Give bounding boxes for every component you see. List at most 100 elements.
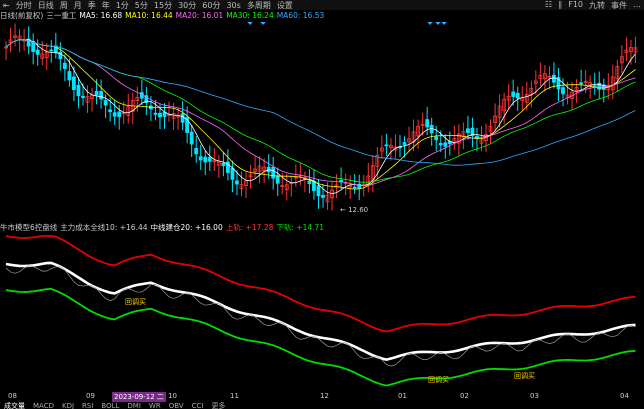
event-marker-icon[interactable] bbox=[427, 22, 433, 25]
ma30-line bbox=[5, 39, 636, 183]
stock-period[interactable]: 日线(前复权) bbox=[0, 10, 46, 21]
candle-body bbox=[72, 76, 76, 91]
upper-band-line bbox=[5, 235, 636, 333]
candle-body bbox=[425, 119, 430, 128]
candle-body bbox=[207, 157, 212, 162]
indicator-tab[interactable]: BOLL bbox=[97, 402, 123, 409]
indicator-tab[interactable]: 成交量 bbox=[0, 402, 29, 409]
candle-body bbox=[271, 166, 276, 179]
candle-body bbox=[49, 49, 54, 52]
toolbar-item[interactable]: 30分 bbox=[175, 0, 199, 10]
toolbar-item[interactable]: ⇤ bbox=[0, 1, 13, 10]
indicator-tab[interactable]: RSI bbox=[78, 402, 97, 409]
x-axis-label: 2023-09-12 二 bbox=[112, 392, 166, 402]
candle-body bbox=[221, 162, 226, 167]
candle-body bbox=[402, 142, 407, 145]
ma5-label: MA5: 16.68 bbox=[79, 11, 123, 20]
toolbar-item[interactable]: 多周期 bbox=[244, 0, 274, 10]
candle-body bbox=[158, 112, 162, 118]
toolbar-right-item[interactable]: 事件 bbox=[608, 0, 630, 10]
ma10-label: MA10: 16.44 bbox=[125, 11, 173, 20]
ma60-label: MA60: 16.53 bbox=[276, 11, 325, 20]
indicator-tab[interactable]: MACD bbox=[29, 402, 58, 409]
indicator-tab[interactable]: OBV bbox=[165, 402, 188, 409]
candle-body bbox=[352, 186, 357, 189]
indicator-legend: 牛市模型6控盘线 主力成本全线10: +16.44 中线建仓20: +16.00… bbox=[0, 222, 644, 233]
pullback-buy-annotation: 回调买 bbox=[125, 297, 146, 306]
mid-line-label: 中线建仓20: +16.00 bbox=[150, 223, 223, 232]
toolbar-right-item[interactable]: ☷ bbox=[542, 0, 555, 10]
candle-body bbox=[434, 136, 439, 141]
event-marker-icon[interactable] bbox=[435, 22, 441, 25]
low-price-note: ← 12.60 bbox=[340, 206, 368, 214]
candle-body bbox=[230, 168, 235, 180]
candle-body bbox=[235, 180, 239, 185]
toolbar-item[interactable]: 30s bbox=[223, 1, 243, 10]
toolbar-item[interactable]: 5分 bbox=[132, 0, 151, 10]
ma-legend: 日线(前复权) 三一重工 MA5: 16.68 MA10: 16.44 MA20… bbox=[0, 10, 644, 21]
x-axis-label: 10 bbox=[168, 392, 177, 400]
toolbar-right-item[interactable]: F10 bbox=[565, 0, 586, 10]
candle-body bbox=[180, 113, 185, 123]
toolbar-item[interactable]: 季 bbox=[85, 0, 99, 10]
candle-body bbox=[153, 112, 158, 115]
candlestick-chart[interactable]: ← 12.60 bbox=[0, 22, 644, 222]
candle-body bbox=[108, 109, 113, 113]
candle-body bbox=[579, 82, 584, 85]
lower-band-label: 下轨: +14.71 bbox=[276, 223, 325, 232]
candle-body bbox=[94, 90, 99, 96]
toolbar-item[interactable]: 周 bbox=[57, 0, 71, 10]
candle-body bbox=[103, 100, 108, 106]
candle-body bbox=[35, 49, 40, 55]
x-axis-label: 09 bbox=[86, 392, 95, 400]
toolbar-item[interactable]: 分时 bbox=[13, 0, 35, 10]
toolbar-item[interactable]: 日线 bbox=[35, 0, 57, 10]
candle-body bbox=[99, 91, 103, 100]
candle-body bbox=[511, 91, 516, 97]
candle-body bbox=[307, 180, 312, 184]
indicator-tab[interactable]: 更多 bbox=[207, 402, 229, 409]
toolbar-item[interactable]: 15分 bbox=[151, 0, 175, 10]
ma5-line bbox=[5, 39, 636, 195]
candle-body bbox=[194, 148, 199, 155]
indicator-name[interactable]: 牛市模型6控盘线 bbox=[0, 222, 60, 233]
event-marker-icon[interactable] bbox=[441, 22, 447, 25]
x-axis-label: 12 bbox=[320, 392, 329, 400]
indicator-tab[interactable]: DMI bbox=[123, 402, 145, 409]
toolbar: ⇤ 分时 日线周月季年 1分 5分 15分 30分 60分 30s 多周期 设置 ☷ ∥ F10 九转 事件… bbox=[0, 0, 644, 10]
x-axis-label: 04 bbox=[620, 392, 629, 400]
candle-body bbox=[466, 128, 470, 133]
candle-body bbox=[62, 62, 67, 70]
toolbar-item[interactable]: 1分 bbox=[113, 0, 132, 10]
indicator-tab[interactable]: KDJ bbox=[58, 402, 78, 409]
candle-body bbox=[67, 71, 72, 81]
mid-band-line bbox=[5, 261, 636, 361]
toolbar-right-item[interactable]: 九转 bbox=[586, 0, 608, 10]
pullback-buy-annotation: 回调买 bbox=[514, 371, 535, 380]
x-axis-label: 08 bbox=[8, 392, 17, 400]
candle-body bbox=[312, 181, 316, 191]
x-axis-label: 01 bbox=[398, 392, 407, 400]
candle-body bbox=[321, 194, 325, 198]
candle-body bbox=[198, 156, 203, 161]
ma20-line bbox=[5, 39, 636, 187]
toolbar-right-item[interactable]: … bbox=[630, 0, 644, 10]
x-axis-label: 03 bbox=[530, 392, 539, 400]
event-marker-icon[interactable] bbox=[247, 22, 253, 25]
main-cost-label: 主力成本全线10: +16.44 bbox=[60, 223, 148, 232]
event-marker-icon[interactable] bbox=[260, 22, 266, 25]
toolbar-item[interactable]: 设置 bbox=[274, 0, 296, 10]
stock-name: 三一重工 bbox=[46, 11, 77, 20]
toolbar-item[interactable]: 月 bbox=[71, 0, 85, 10]
candle-body bbox=[112, 112, 117, 117]
ma20-label: MA20: 16.01 bbox=[175, 11, 224, 20]
candle-body bbox=[592, 85, 597, 87]
indicator-tab[interactable]: CCI bbox=[188, 402, 208, 409]
indicator-tab[interactable]: WR bbox=[145, 402, 165, 409]
candle-body bbox=[203, 156, 208, 163]
toolbar-item[interactable]: 年 bbox=[99, 0, 113, 10]
indicator-chart[interactable]: 回调买回调买 回调买 bbox=[0, 234, 644, 396]
toolbar-right-item[interactable]: ∥ bbox=[555, 0, 565, 10]
x-axis-label: 02 bbox=[460, 392, 469, 400]
toolbar-item[interactable]: 60分 bbox=[199, 0, 223, 10]
